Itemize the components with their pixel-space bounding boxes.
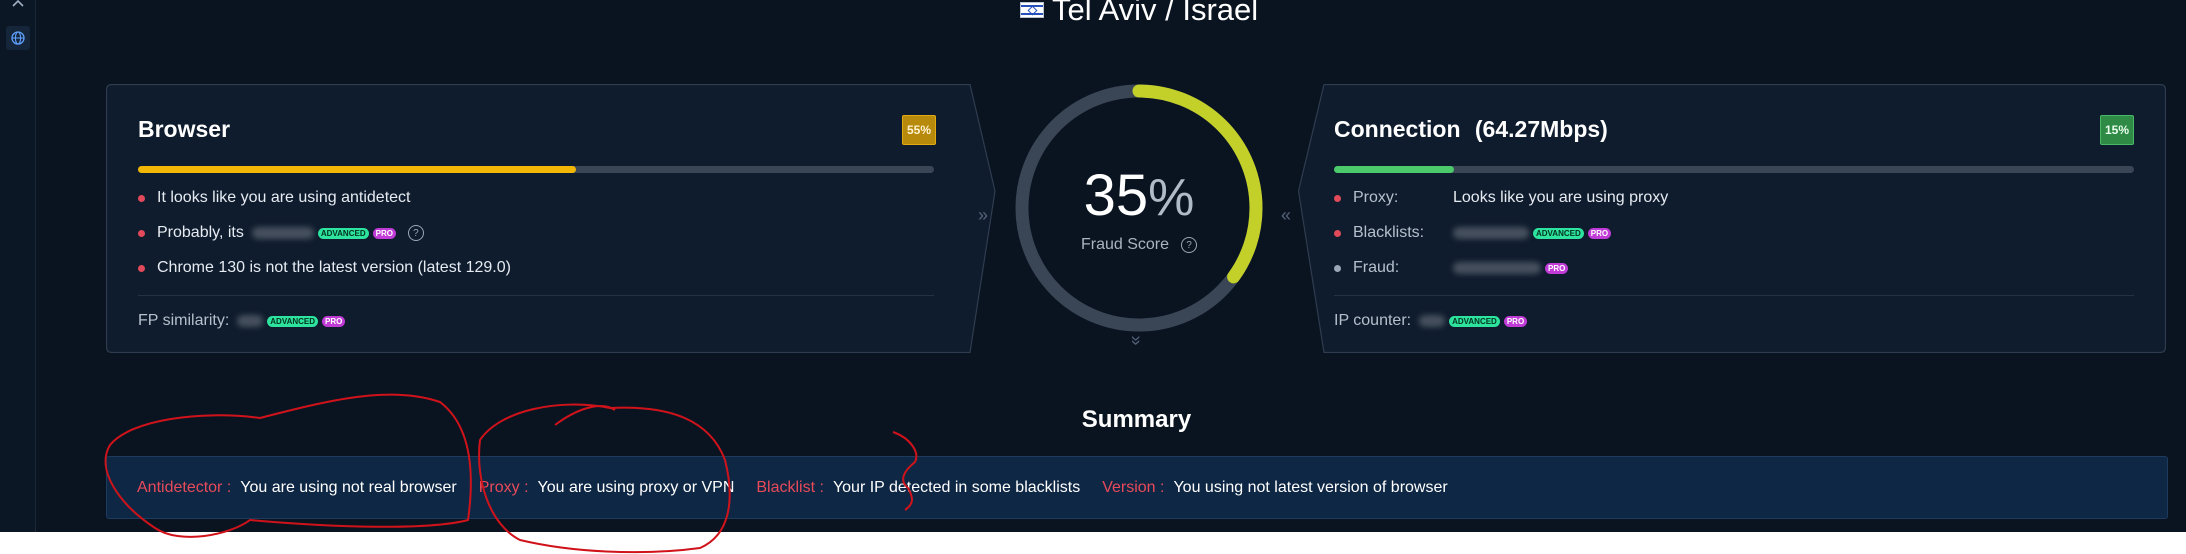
redacted-value [1453,227,1529,239]
pro-tag: PRO [322,315,346,327]
alert-dot-icon [138,264,145,272]
browser-panel: Browser 55% It looks like you are using … [106,84,996,353]
score-number: 35 [1083,163,1149,228]
app-window: Tel Aviv / Israel Browser 55% It looks l… [0,0,2186,532]
item-text: Probably, its [157,224,244,241]
list-item: It looks like you are using antidetect [138,189,410,207]
alert-dot-icon [1334,229,1341,237]
summary-row: Antidetector : You are using not real br… [137,457,1470,518]
alert-dot-icon [1334,194,1341,202]
footer-label: FP similarity: [138,312,230,329]
ip-counter-row: IP counter: ADVANCED PRO [1334,312,1528,330]
location-header: Tel Aviv / Israel [1020,0,1258,28]
footer-label: IP counter: [1334,312,1412,329]
pro-tag: PRO [1503,315,1528,327]
list-item: Chrome 130 is not the latest version (la… [138,259,511,277]
row-label: Fraud: [1353,259,1400,276]
score-badge: 55% [902,115,936,145]
progress-bar [1334,166,2134,173]
redacted-value [1453,262,1541,274]
summary-key-antidetector: Antidetector : [137,478,232,496]
neutral-dot-icon [1334,264,1341,272]
summary-key-proxy: Proxy : [478,478,529,496]
chevron-left-icon: « [1281,205,1292,225]
fp-similarity-row: FP similarity: ADVANCED PRO [138,312,346,330]
close-icon[interactable] [6,0,30,16]
summary-value-blacklist: Your IP detected in some blacklists [832,478,1081,496]
fraud-score-label-row: Fraud Score ? [1012,236,1266,254]
advanced-tag: ADVANCED [267,315,319,327]
panel-title: Connection (64.27Mbps) [1334,116,1608,143]
redacted-value [237,315,264,327]
summary-value-version: You using not latest version of browser [1173,478,1448,496]
alert-dot-icon [138,194,145,202]
chevron-right-icon: » [978,205,989,225]
redacted-value [1419,315,1446,327]
item-text: It looks like you are using antidetect [157,189,411,206]
sidebar [0,0,36,532]
list-item-proxy: Proxy: Looks like you are using proxy [1334,189,1668,207]
alert-dot-icon [138,229,145,237]
row-label: Blacklists: [1353,224,1425,241]
help-icon[interactable]: ? [407,225,424,241]
fraud-score-value: 35% [1012,162,1266,229]
progress-bar [138,166,934,173]
pro-tag: PRO [1545,262,1569,274]
summary-key-version: Version : [1102,478,1165,496]
list-item-fraud: Fraud: PRO [1334,259,1569,277]
list-item-blacklists: Blacklists: ADVANCED PRO [1334,224,1612,242]
summary-value-antidetector: You are using not real browser [240,478,457,496]
location-label: Tel Aviv / Israel [1052,0,1259,27]
advanced-tag: ADVANCED [1449,315,1500,327]
fraud-score-label: Fraud Score [1080,236,1170,253]
row-label: Proxy: [1353,189,1399,206]
redacted-value [251,227,314,239]
advanced-tag: ADVANCED [1533,227,1584,239]
connection-panel: Connection (64.27Mbps) 15% Proxy: Looks … [1298,84,2166,353]
summary-key-blacklist: Blacklist : [756,478,824,496]
advanced-tag: ADVANCED [317,227,369,239]
divider [138,295,934,296]
progress-fill [138,166,576,173]
divider [1334,295,2134,296]
panel-title: Browser [138,116,231,142]
globe-icon[interactable] [6,26,30,50]
summary-value-proxy: You are using proxy or VPN [537,478,735,496]
pro-tag: PRO [1587,227,1612,239]
connection-title: Connection [1334,116,1461,142]
item-text: Chrome 130 is not the latest version (la… [157,259,511,276]
list-item: Probably, its ADVANCED PRO ? [138,224,424,242]
pro-tag: PRO [372,227,396,239]
help-icon[interactable]: ? [1181,237,1198,253]
expand-chevron-icon[interactable]: » [1126,335,1147,345]
summary-title: Summary [1081,406,1192,433]
score-badge: 15% [2100,115,2134,145]
row-value: Looks like you are using proxy [1453,189,1669,206]
connection-speed: (64.27Mbps) [1474,116,1608,142]
percent-sign: % [1148,169,1195,227]
summary-box: Antidetector : You are using not real br… [106,456,2168,519]
israel-flag-icon [1020,2,1044,18]
progress-fill [1334,166,1454,173]
